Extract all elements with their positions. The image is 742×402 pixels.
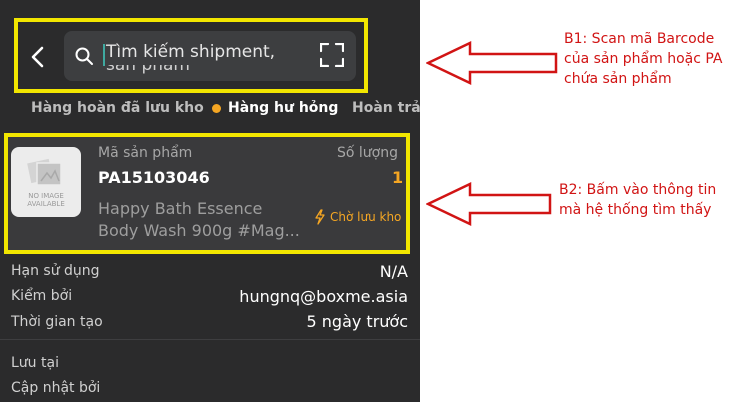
updated-by-label: Cập nhật bởi <box>11 380 101 396</box>
created-time-label: Thời gian tạo <box>11 314 103 330</box>
arrow-to-search-icon <box>426 41 558 85</box>
arrow-to-card-icon <box>426 182 552 226</box>
expiry-label: Hạn sử dụng <box>11 263 100 279</box>
sku-value: PA15103046 <box>98 168 210 187</box>
divider <box>0 339 420 340</box>
tab-returned-stored[interactable]: Hàng hoàn đã lưu kho <box>31 100 204 116</box>
search-highlight-box <box>14 18 368 93</box>
checked-by-value: hungnq@boxme.asia <box>239 287 408 306</box>
active-tab-dot <box>212 104 221 113</box>
stored-at-label: Lưu tại <box>11 355 59 371</box>
tab-return[interactable]: Hoàn trả h <box>352 100 420 116</box>
qty-value: 1 <box>392 168 404 187</box>
qty-label: Số lượng <box>337 145 398 161</box>
checked-by-label: Kiểm bởi <box>11 288 73 304</box>
no-image-label: NO IMAGE AVAILABLE <box>27 192 65 208</box>
sku-label: Mã sản phẩm <box>98 145 193 161</box>
annotation-step-2: B2: Bấm vào thông tin mà hệ thống tìm th… <box>559 182 717 218</box>
created-time-value: 5 ngày trước <box>306 312 409 331</box>
expiry-value: N/A <box>379 262 408 281</box>
status-label: Chờ lưu kho <box>330 210 402 224</box>
annotation-step-1: B1: Scan mã Barcode của sản phẩm hoặc PA… <box>564 31 723 87</box>
status-tabs: Hàng hoàn đã lưu kho Hàng hư hỏng Hoàn t… <box>0 96 420 126</box>
bolt-icon <box>315 209 325 225</box>
product-name: Happy Bath Essence Body Wash 900g #Mag..… <box>98 199 300 240</box>
tab-damaged[interactable]: Hàng hư hỏng <box>228 100 338 116</box>
